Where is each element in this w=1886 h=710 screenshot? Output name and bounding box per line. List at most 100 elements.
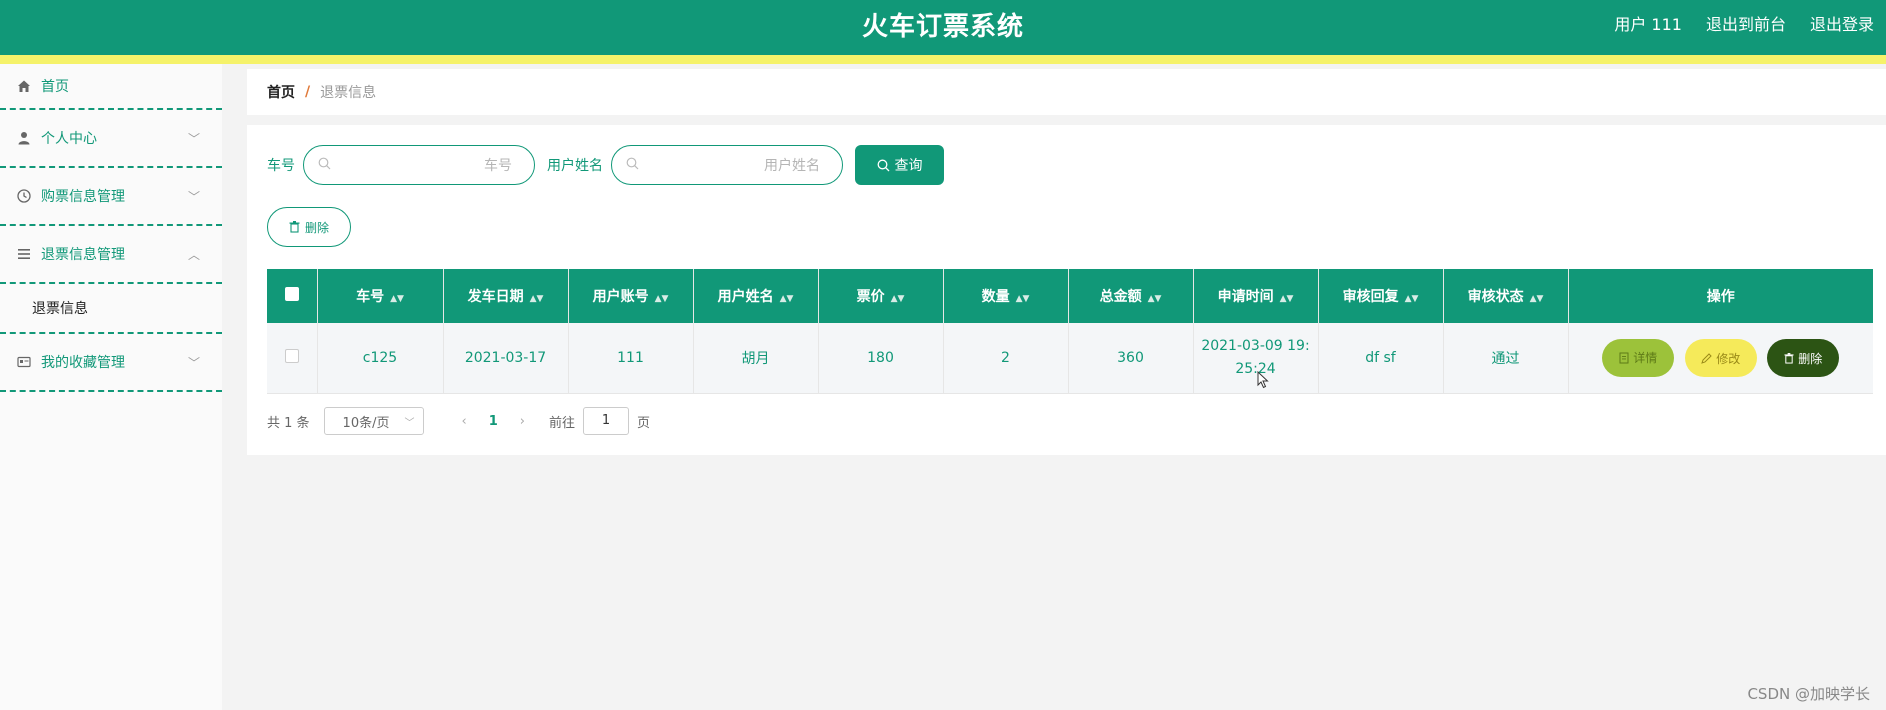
- train-search-input[interactable]: [331, 157, 528, 173]
- detail-button-label: 详情: [1633, 351, 1658, 365]
- col-header[interactable]: 用户姓名 ▲▼: [693, 269, 819, 323]
- list-icon: [16, 246, 32, 262]
- front-link[interactable]: 退出到前台: [1706, 11, 1786, 35]
- name-search-input[interactable]: [639, 157, 836, 173]
- header-actions: 用户 111 退出到前台 退出登录: [1614, 11, 1874, 35]
- chevron-down-icon: ﹀: [404, 417, 415, 429]
- col-header-label: 发车日期: [467, 289, 524, 305]
- prev-page-icon[interactable]: ‹: [462, 414, 467, 429]
- col-header[interactable]: 票价 ▲▼: [818, 269, 944, 323]
- sidebar-item-home[interactable]: 首页: [0, 64, 222, 110]
- user-label: 用户 111: [1614, 15, 1682, 34]
- sidebar-item-refund[interactable]: 退票信息管理 ︿: [0, 226, 222, 284]
- page-size-select[interactable]: 10条/页 ﹀: [323, 407, 424, 435]
- sidebar-item-personal[interactable]: 个人中心 ﹀: [0, 110, 222, 168]
- sidebar-item-label: 首页: [41, 79, 69, 95]
- sidebar-item-label: 退票信息管理: [41, 247, 125, 263]
- breadcrumb-current: 退票信息: [320, 85, 377, 101]
- delete-button[interactable]: 删除: [1767, 339, 1840, 377]
- search-icon: [626, 157, 639, 174]
- col-header[interactable]: 数量 ▲▼: [943, 269, 1069, 323]
- col-header[interactable]: 总金额 ▲▼: [1068, 269, 1194, 323]
- main-content: 车号 用户姓名 查询 删除: [247, 125, 1886, 455]
- chevron-down-icon: ﹀: [187, 190, 200, 204]
- cell-status: 通过: [1443, 323, 1569, 394]
- sidebar: 首页 个人中心 ﹀ 购票信息管理 ﹀ 退票信息管理 ︿ 退票信息 我的收藏管理 …: [0, 64, 222, 710]
- goto-label: 前往: [549, 415, 576, 431]
- select-all-checkbox[interactable]: [284, 287, 299, 301]
- header-stripe: [0, 55, 1886, 64]
- refund-table: 车号 ▲▼ 发车日期 ▲▼ 用户账号 ▲▼ 用户姓名 ▲▼ 票价 ▲▼ 数量 ▲▼ 总金额 ▲…: [267, 269, 1873, 394]
- cell-qty: 2: [943, 323, 1069, 394]
- sort-icon: ▲▼: [1015, 294, 1030, 304]
- breadcrumb-separator: /: [305, 84, 311, 100]
- row-checkbox[interactable]: [284, 348, 299, 363]
- home-icon: [16, 78, 32, 94]
- breadcrumb: 首页 / 退票信息: [247, 69, 1886, 115]
- cell-reply: df sf: [1318, 323, 1444, 394]
- train-label: 车号: [267, 158, 295, 174]
- edit-button-label: 修改: [1716, 351, 1741, 366]
- col-header-label: 审核状态: [1467, 289, 1524, 305]
- search-form: 车号 用户姓名 查询: [267, 145, 944, 185]
- col-header[interactable]: 审核回复 ▲▼: [1318, 269, 1444, 323]
- sidebar-subitem-refund-info[interactable]: 退票信息: [0, 284, 222, 334]
- sort-icon: ▲▼: [1279, 294, 1294, 304]
- chevron-down-icon: ﹀: [187, 356, 200, 370]
- app-title: 火车订票系统: [861, 12, 1024, 42]
- logout-link[interactable]: 退出登录: [1810, 11, 1874, 35]
- page-size-value: 10条/页: [342, 415, 390, 431]
- batch-delete-button[interactable]: 删除: [267, 207, 351, 247]
- page-number[interactable]: 1: [489, 414, 498, 429]
- sort-icon: ▲▼: [779, 294, 794, 304]
- query-button-label: 查询: [894, 158, 923, 174]
- chevron-down-icon: ﹀: [187, 132, 200, 146]
- pagination: 共 1 条 10条/页 ﹀ ‹ 1 › 前往 1 页: [267, 407, 650, 435]
- cell-name: 胡月: [693, 323, 819, 394]
- table-header-row: 车号 ▲▼ 发车日期 ▲▼ 用户账号 ▲▼ 用户姓名 ▲▼ 票价 ▲▼ 数量 ▲▼ 总金额 ▲…: [267, 269, 1873, 323]
- top-header: 火车订票系统 用户 111 退出到前台 退出登录: [0, 0, 1886, 55]
- sidebar-item-label: 我的收藏管理: [41, 355, 125, 371]
- breadcrumb-home[interactable]: 首页: [267, 82, 295, 102]
- query-button[interactable]: 查询: [855, 145, 944, 185]
- search-icon: [877, 159, 890, 172]
- col-header-label: 申请时间: [1217, 289, 1274, 305]
- apply-time-line2: 25:24: [1235, 360, 1276, 377]
- sort-icon: ▲▼: [890, 294, 905, 304]
- col-header-label: 票价: [856, 289, 885, 305]
- sort-icon: ▲▼: [1404, 294, 1419, 304]
- goto-page-input[interactable]: 1: [583, 407, 630, 435]
- batch-delete-label: 删除: [304, 220, 329, 235]
- cell-train: c125: [317, 323, 444, 394]
- clock-icon: [16, 188, 32, 204]
- detail-button[interactable]: 详情: [1602, 338, 1675, 377]
- next-page-icon[interactable]: ›: [520, 414, 525, 429]
- col-header-label: 用户账号: [592, 289, 649, 305]
- col-header[interactable]: 用户账号 ▲▼: [568, 269, 694, 323]
- col-header[interactable]: 发车日期 ▲▼: [443, 269, 569, 323]
- col-header-actions: 操作: [1568, 269, 1873, 323]
- sidebar-item-purchase[interactable]: 购票信息管理 ﹀: [0, 168, 222, 226]
- name-search-field[interactable]: [611, 145, 843, 185]
- col-header[interactable]: 申请时间 ▲▼: [1193, 269, 1319, 323]
- col-header[interactable]: 审核状态 ▲▼: [1443, 269, 1569, 323]
- pencil-icon: [1701, 352, 1712, 364]
- sidebar-item-favorites[interactable]: 我的收藏管理 ﹀: [0, 334, 222, 392]
- sort-icon: ▲▼: [654, 294, 669, 304]
- row-select-cell: [267, 323, 318, 394]
- col-header[interactable]: 车号 ▲▼: [317, 269, 444, 323]
- sidebar-item-label: 个人中心: [41, 131, 97, 147]
- table-row: c125 2021-03-17 111 胡月 180 2 360 2021-03…: [267, 323, 1873, 394]
- trash-icon: [289, 221, 300, 233]
- train-search-field[interactable]: [303, 145, 535, 185]
- edit-button[interactable]: 修改: [1684, 339, 1757, 377]
- apply-time-line1: 2021-03-09 19:: [1201, 337, 1310, 354]
- col-header-label: 操作: [1706, 289, 1735, 305]
- delete-button-label: 删除: [1798, 351, 1823, 366]
- col-header-label: 用户姓名: [717, 289, 774, 305]
- cell-account: 111: [568, 323, 694, 394]
- mouse-cursor-icon: [1257, 371, 1269, 389]
- cell-actions: 详情 修改 删除: [1568, 323, 1873, 394]
- col-header-label: 车号: [356, 289, 385, 305]
- sort-icon: ▲▼: [1529, 294, 1544, 304]
